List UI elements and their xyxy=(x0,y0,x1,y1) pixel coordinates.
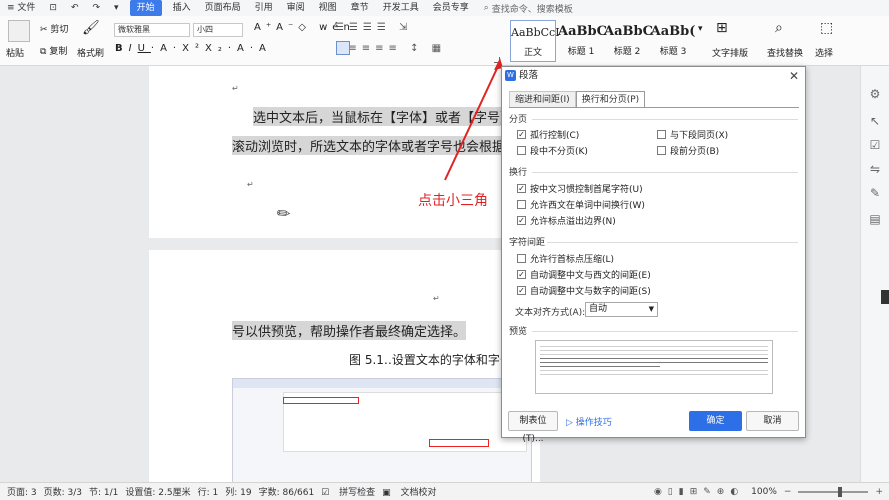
text-alignment-select[interactable]: 自动 ▼ xyxy=(585,302,658,317)
checkbox-label: 按中文习惯控制首尾字符(U) xyxy=(530,185,643,195)
text-alignment-label: 文本对齐方式(A): xyxy=(515,308,586,318)
checkbox-box xyxy=(517,254,526,263)
checkbox-box xyxy=(657,146,666,155)
status-position[interactable]: 设置值: 2.5厘米 xyxy=(125,485,190,498)
checkbox-label: 段前分页(B) xyxy=(670,147,720,157)
dialog-title-bar[interactable]: W 段落 ✕ xyxy=(502,67,805,85)
status-page-count[interactable]: 页数: 3/3 xyxy=(44,485,82,498)
zoom-out-icon[interactable]: − xyxy=(784,487,792,497)
section-divider xyxy=(547,242,798,243)
checkbox-chinese-line-rules[interactable]: ✓ 按中文习惯控制首尾字符(U) xyxy=(517,182,643,195)
app-logo-icon: W xyxy=(505,70,516,81)
tab-stops-button[interactable]: 制表位(T)... xyxy=(508,411,558,444)
checkbox-box: ✓ xyxy=(517,216,526,225)
section-char-spacing: 字符间距 xyxy=(509,238,546,248)
section-divider xyxy=(532,331,798,332)
status-word-count[interactable]: 字数: 86/661 xyxy=(259,485,315,498)
tips-link-label: 操作技巧 xyxy=(575,418,612,428)
spell-check-label: 拼写检查 xyxy=(339,488,376,498)
checkbox-box xyxy=(517,146,526,155)
checkbox-label: 自动调整中文与西文的间距(E) xyxy=(530,271,651,281)
checkbox-label: 孤行控制(C) xyxy=(530,131,580,141)
tab-indent-spacing[interactable]: 缩进和间距(I) xyxy=(509,91,576,108)
checkbox-label: 与下段同页(X) xyxy=(670,131,729,141)
checkbox-hanging-punctuation[interactable]: ✓ 允许标点溢出边界(N) xyxy=(517,214,616,227)
checkbox-keep-lines-together[interactable]: 段中不分页(K) xyxy=(517,144,588,157)
proofread-label: 文档校对 xyxy=(400,488,437,498)
zoom-level[interactable]: 100% xyxy=(751,487,777,497)
paragraph-preview xyxy=(535,340,773,394)
zoom-slider[interactable] xyxy=(798,486,869,497)
sidebar-select-icon[interactable]: ↖ xyxy=(868,114,882,128)
cancel-button[interactable]: 取消 xyxy=(746,411,799,431)
annotation-label: 点击小三角 xyxy=(418,193,488,209)
checkbox-page-break-before[interactable]: 段前分页(B) xyxy=(657,144,719,157)
checkbox-auto-space-western[interactable]: ✓ 自动调整中文与西文的间距(E) xyxy=(517,268,651,281)
status-page[interactable]: 页面: 3 xyxy=(7,485,37,498)
checkbox-widow-control[interactable]: ✓ 孤行控制(C) xyxy=(517,128,579,141)
sidebar-tool-icon[interactable]: ⚙ xyxy=(868,87,882,101)
checkbox-compress-punctuation[interactable]: 允许行首标点压缩(L) xyxy=(517,252,614,265)
spell-check-button[interactable]: ☑ 拼写检查 xyxy=(321,485,375,498)
status-column[interactable]: 列: 19 xyxy=(225,485,251,498)
checkbox-label: 允许标点溢出边界(N) xyxy=(530,217,616,227)
section-preview: 预览 xyxy=(509,327,528,337)
sidebar-edit-icon[interactable]: ✎ xyxy=(868,186,882,200)
dialog-tabs: 缩进和间距(I) 换行和分页(P) xyxy=(509,91,646,108)
zoom-in-icon[interactable]: + xyxy=(875,487,883,497)
paragraph-dialog: W 段落 ✕ 缩进和间距(I) 换行和分页(P) 分页 ✓ 孤行控制(C) 与下段… xyxy=(501,66,806,444)
checkbox-label: 允许西文在单词中间换行(W) xyxy=(530,201,645,211)
checkbox-box xyxy=(657,130,666,139)
tab-line-page-breaks[interactable]: 换行和分页(P) xyxy=(575,91,646,108)
text-alignment-value: 自动 xyxy=(589,304,608,314)
right-sidebar: ⚙ ↖ ☑ ⇋ ✎ ▤ xyxy=(860,66,889,482)
view-mode-icons[interactable]: ◉▯▮⊞✎⊕◐ xyxy=(654,487,744,497)
tab-divider xyxy=(509,107,799,108)
checkbox-box: ✓ xyxy=(517,270,526,279)
ok-button[interactable]: 确定 xyxy=(689,411,742,431)
checkbox-keep-with-next[interactable]: 与下段同页(X) xyxy=(657,128,728,141)
sidebar-list-icon[interactable]: ▤ xyxy=(868,212,882,226)
checkbox-box xyxy=(517,200,526,209)
sidebar-collapse-handle[interactable] xyxy=(881,290,889,304)
proofread-button[interactable]: ▣ 文档校对 xyxy=(382,485,436,498)
checkbox-label: 自动调整中文与数字的间距(S) xyxy=(530,287,651,297)
status-section[interactable]: 节: 1/1 xyxy=(89,485,118,498)
section-divider xyxy=(532,119,798,120)
section-pagination: 分页 xyxy=(509,115,528,125)
checkbox-box: ✓ xyxy=(517,286,526,295)
checkbox-auto-space-numbers[interactable]: ✓ 自动调整中文与数字的间距(S) xyxy=(517,284,651,297)
sidebar-settings-icon[interactable]: ⇋ xyxy=(868,162,882,176)
status-row[interactable]: 行: 1 xyxy=(198,485,219,498)
section-divider xyxy=(532,172,798,173)
checkbox-allow-word-break[interactable]: 允许西文在单词中间换行(W) xyxy=(517,198,645,211)
checkbox-box: ✓ xyxy=(517,184,526,193)
status-bar: 页面: 3 页数: 3/3 节: 1/1 设置值: 2.5厘米 行: 1 列: … xyxy=(0,482,889,500)
close-icon[interactable]: ✕ xyxy=(789,67,799,85)
checkbox-label: 允许行首标点压缩(L) xyxy=(530,255,615,265)
section-line-break: 换行 xyxy=(509,168,528,178)
checkbox-box: ✓ xyxy=(517,130,526,139)
checkbox-label: 段中不分页(K) xyxy=(530,147,588,157)
sidebar-check-icon[interactable]: ☑ xyxy=(868,138,882,152)
tips-link[interactable]: ▷ 操作技巧 xyxy=(566,415,612,428)
chevron-down-icon: ▼ xyxy=(648,305,654,313)
dialog-title: 段落 xyxy=(519,70,539,81)
play-icon: ▷ xyxy=(566,418,573,428)
